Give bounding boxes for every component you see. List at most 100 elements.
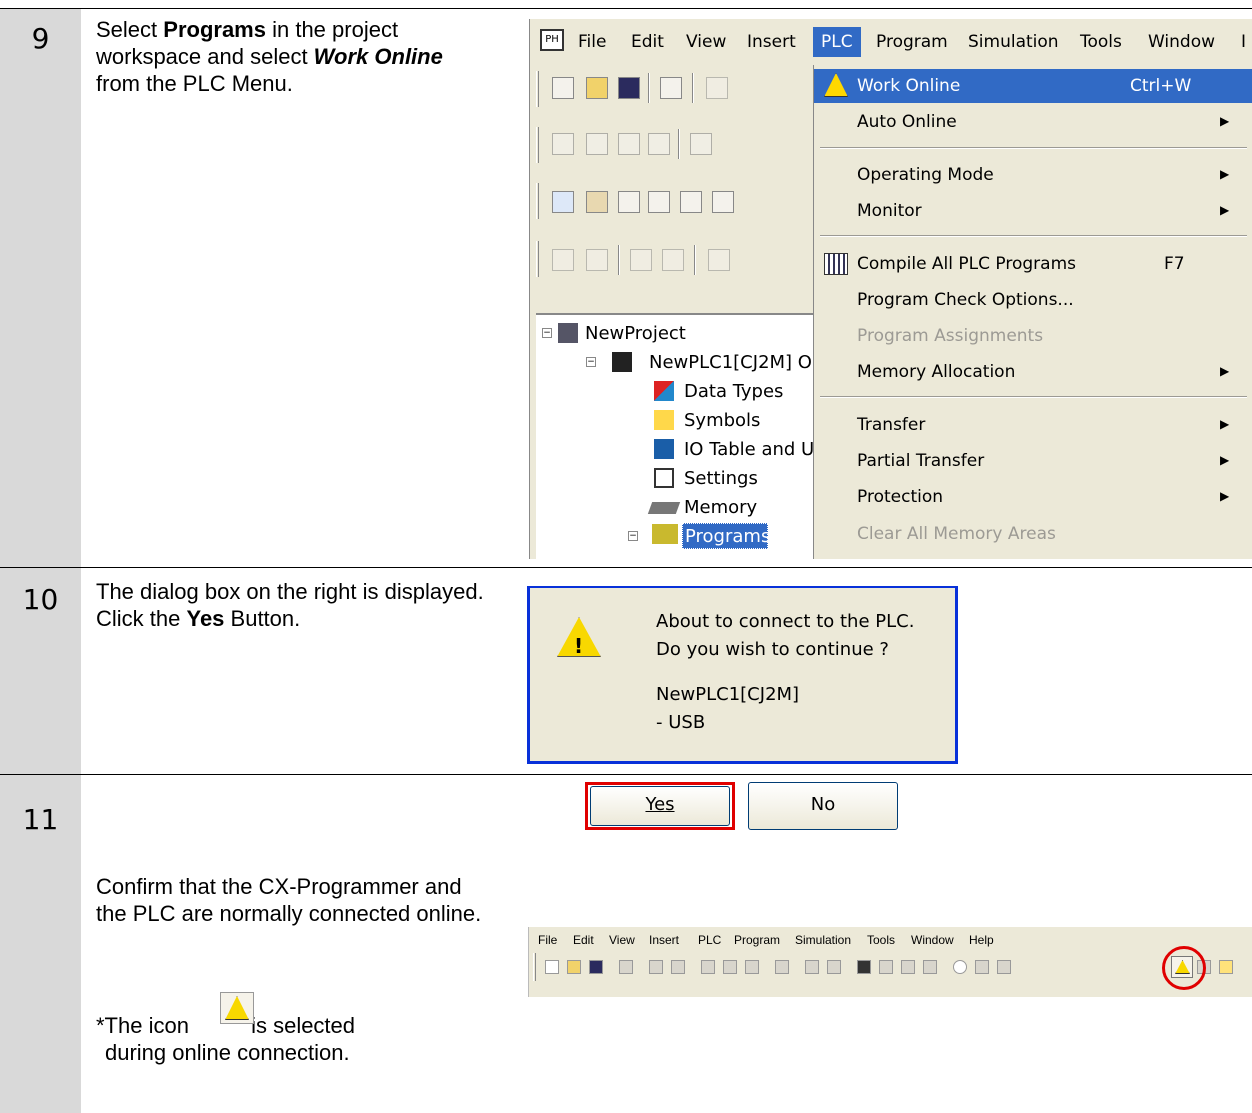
uncomment-icon[interactable] xyxy=(662,249,684,271)
menu-tools[interactable]: Tools xyxy=(1080,32,1122,52)
row-divider-9-10 xyxy=(0,567,1252,568)
save-icon[interactable] xyxy=(618,77,640,99)
copy-icon[interactable] xyxy=(723,960,737,974)
menu-program[interactable]: Program xyxy=(876,32,948,52)
menu-item-compile-all[interactable]: Compile All PLC Programs F7 xyxy=(814,247,1252,281)
print-icon[interactable] xyxy=(649,960,663,974)
zoom-in-icon[interactable] xyxy=(618,133,640,155)
step-description: Confirm that the CX-Programmer and the P… xyxy=(96,874,482,926)
menubar: PH File Edit View Insert PLC Program Sim… xyxy=(530,19,1252,65)
menu-item-work-online[interactable]: Work Online Ctrl+W xyxy=(814,69,1252,103)
menu-item-transfer[interactable]: Transfer ▶ xyxy=(814,408,1252,442)
indent-left-icon[interactable] xyxy=(552,249,574,271)
menu-plc[interactable]: PLC xyxy=(698,933,721,947)
tree-node-programs-selected[interactable]: Programs xyxy=(682,523,770,549)
menu-simulation[interactable]: Simulation xyxy=(968,32,1059,52)
memory-icon xyxy=(647,502,681,514)
tree-node-symbols[interactable]: Symbols xyxy=(684,410,760,431)
menu-item-memory-allocation[interactable]: Memory Allocation ▶ xyxy=(814,355,1252,389)
no-button[interactable]: No xyxy=(748,782,898,830)
menu-window[interactable]: Window xyxy=(1148,32,1215,52)
indent-right-icon[interactable] xyxy=(586,249,608,271)
menu-tools[interactable]: Tools xyxy=(867,933,895,947)
comment-icon[interactable] xyxy=(630,249,652,271)
toolbar-grip[interactable] xyxy=(533,953,536,981)
tree-expander[interactable]: − xyxy=(586,357,596,367)
menu-plc[interactable]: PLC xyxy=(813,27,861,57)
help-icon[interactable] xyxy=(975,960,989,974)
toolbar-grip[interactable] xyxy=(536,241,539,277)
undo-icon[interactable] xyxy=(805,960,819,974)
menu-item-program-assignments[interactable]: Program Assignments xyxy=(814,319,1252,353)
toolbar-grip[interactable] xyxy=(536,127,539,163)
open-icon[interactable] xyxy=(567,960,581,974)
menu-item-protection[interactable]: Protection ▶ xyxy=(814,480,1252,514)
menu-edit[interactable]: Edit xyxy=(573,933,594,947)
redo-icon[interactable] xyxy=(827,960,841,974)
project-window-icon[interactable] xyxy=(552,191,574,213)
tree-node-memory[interactable]: Memory xyxy=(684,497,757,518)
menu-insert[interactable]: Insert xyxy=(649,933,679,947)
properties-icon[interactable] xyxy=(680,191,702,213)
find-icon[interactable] xyxy=(857,960,871,974)
menu-item-operating-mode[interactable]: Operating Mode ▶ xyxy=(814,158,1252,192)
menu-item-monitor[interactable]: Monitor ▶ xyxy=(814,194,1252,228)
menu-view[interactable]: View xyxy=(686,32,726,52)
settings-icon[interactable] xyxy=(712,191,734,213)
paste-icon[interactable] xyxy=(745,960,759,974)
info-icon[interactable] xyxy=(953,960,967,974)
menu-item-auto-online[interactable]: Auto Online ▶ xyxy=(814,105,1252,139)
menu-edit[interactable]: Edit xyxy=(631,32,664,52)
menu-simulation[interactable]: Simulation xyxy=(795,933,851,947)
zoom-out-icon[interactable] xyxy=(648,133,670,155)
print-preview-icon[interactable] xyxy=(619,960,633,974)
submenu-arrow-icon: ▶ xyxy=(1220,489,1230,503)
menu-help[interactable]: Help xyxy=(969,933,994,947)
menu-file[interactable]: File xyxy=(578,32,606,52)
new-icon[interactable] xyxy=(545,960,559,974)
menu-overflow[interactable]: I xyxy=(1241,32,1246,52)
menu-view[interactable]: View xyxy=(609,933,635,947)
replace-icon[interactable] xyxy=(879,960,893,974)
tree-node-io-table[interactable]: IO Table and U xyxy=(684,439,814,460)
menu-item-program-check-options[interactable]: Program Check Options... xyxy=(814,283,1252,317)
plc-dropdown-menu: Work Online Ctrl+W Auto Online ▶ Operatin… xyxy=(813,65,1252,559)
new-icon[interactable] xyxy=(552,77,574,99)
tree-expander[interactable]: − xyxy=(542,328,552,338)
network-icon xyxy=(558,323,578,343)
context-help-icon[interactable] xyxy=(997,960,1011,974)
toolbar-grip[interactable] xyxy=(536,183,539,219)
cross-reference-icon[interactable] xyxy=(923,960,937,974)
menu-item-partial-transfer[interactable]: Partial Transfer ▶ xyxy=(814,444,1252,478)
menu-program[interactable]: Program xyxy=(734,933,780,947)
menu-window[interactable]: Window xyxy=(911,933,954,947)
menu-insert[interactable]: Insert xyxy=(747,32,796,52)
print-icon[interactable] xyxy=(706,77,728,99)
pen-icon[interactable] xyxy=(708,249,730,271)
zoom-small-icon[interactable] xyxy=(552,133,574,155)
callout-circle xyxy=(1162,946,1206,990)
preview-icon[interactable] xyxy=(671,960,685,974)
tree-node-data-types[interactable]: Data Types xyxy=(684,381,783,402)
address-icon[interactable] xyxy=(901,960,915,974)
print-preview-icon[interactable] xyxy=(660,77,682,99)
tree-expander[interactable]: − xyxy=(628,531,638,541)
watch-window-icon[interactable] xyxy=(618,191,640,213)
step-number: 10 xyxy=(22,583,59,616)
grid-icon[interactable] xyxy=(690,133,712,155)
cross-reference-icon[interactable] xyxy=(586,133,608,155)
paste-special-icon[interactable] xyxy=(775,960,789,974)
tree-node-settings[interactable]: Settings xyxy=(684,468,758,489)
tree-node-plc[interactable]: NewPLC1[CJ2M] O xyxy=(649,352,812,373)
save-icon[interactable] xyxy=(589,960,603,974)
address-reference-icon[interactable] xyxy=(648,191,670,213)
open-icon[interactable] xyxy=(586,77,608,99)
cut-icon[interactable] xyxy=(701,960,715,974)
find-online-icon[interactable] xyxy=(1219,960,1233,974)
menu-file[interactable]: File xyxy=(538,933,557,947)
toolbar-grip[interactable] xyxy=(536,71,539,107)
yes-button[interactable]: Yes xyxy=(590,786,730,826)
output-window-icon[interactable] xyxy=(586,191,608,213)
menu-item-clear-all-memory[interactable]: Clear All Memory Areas xyxy=(814,517,1252,551)
tree-node-project[interactable]: NewProject xyxy=(585,323,686,344)
